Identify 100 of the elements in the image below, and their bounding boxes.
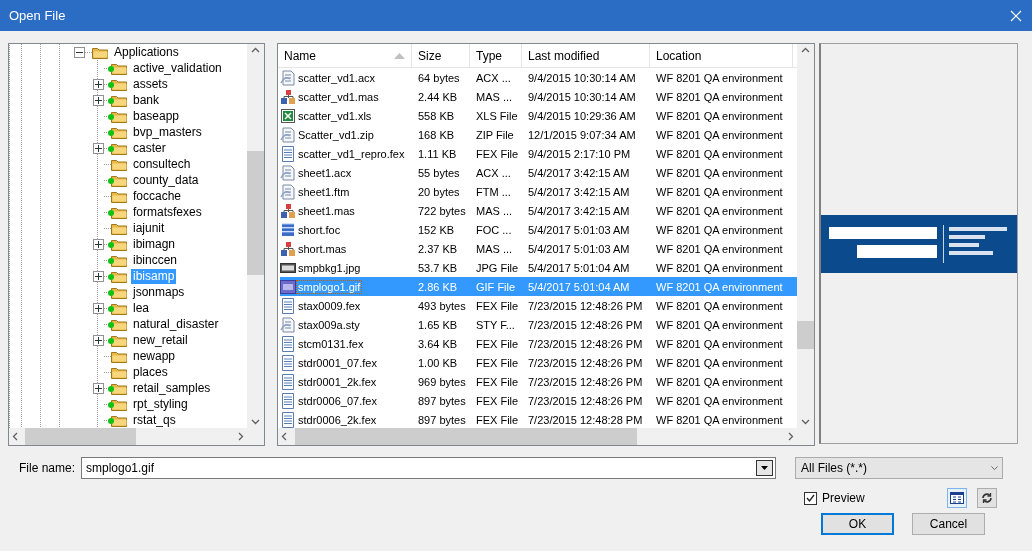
tree-item[interactable]: county_data	[131, 172, 201, 188]
file-row[interactable]: short.mas 2.37 KB MAS ... 5/4/2017 5:01:03 AM WF 8201 QA environment	[280, 239, 797, 258]
table-cell-text: 1.11 KB	[417, 147, 458, 160]
column-header[interactable]: Type	[470, 44, 522, 67]
table-cell-text: 2.44 KB	[417, 90, 459, 103]
file-row[interactable]: stdr0001_2k.fex 969 bytes FEX File 7/23/2015 12:48:26 PM WF 8201 QA environment	[280, 372, 797, 391]
expander-icon[interactable]	[93, 334, 104, 346]
table-cell-text: MAS ...	[475, 204, 514, 217]
folder-icon	[111, 221, 127, 235]
refresh-button[interactable]	[977, 488, 997, 508]
expander-icon[interactable]	[93, 142, 104, 154]
file-row[interactable]: short.foc 152 KB FOC ... 5/4/2017 5:01:03 AM WF 8201 QA environment	[280, 220, 797, 239]
refresh-icon	[980, 492, 994, 504]
tree-item[interactable]: iajunit	[131, 220, 167, 236]
tree-item[interactable]: caster	[131, 140, 168, 156]
table-cell-text: 722 bytes	[417, 204, 467, 217]
file-row[interactable]: stax009a.sty 1.65 KB STY F... 7/23/2015 12:48:26 PM WF 8201 QA environment	[280, 315, 797, 334]
table-cell-text: FEX File	[475, 394, 520, 407]
file-name: short.foc	[297, 223, 342, 236]
file-name: Scatter_vd1.zip	[297, 128, 375, 141]
tree-item[interactable]: ibimagn	[131, 236, 178, 252]
file-icon	[280, 164, 296, 181]
tree-item[interactable]: lea	[131, 300, 151, 316]
file-icon	[280, 240, 296, 257]
file-row[interactable]: Scatter_vd1.zip 168 KB ZIP File 12/1/2015 9:07:34 AM WF 8201 QA environment	[280, 125, 797, 144]
file-row[interactable]: scatter_vd1.xls 558 KB XLS File 9/4/2015 10:29:36 AM WF 8201 QA environment	[280, 106, 797, 125]
checkbox-label[interactable]: Preview	[822, 491, 865, 505]
window-title: Open File	[9, 8, 66, 23]
expander-icon[interactable]	[93, 270, 104, 282]
file-row[interactable]: scatter_vd1.acx 64 bytes ACX ... 9/4/2015 10:30:14 AM WF 8201 QA environment	[280, 68, 797, 87]
details-view-button[interactable]	[947, 488, 967, 508]
expander-icon[interactable]	[93, 302, 104, 314]
vertical-scrollbar[interactable]	[247, 44, 264, 428]
file-name: stax009a.sty	[297, 318, 361, 331]
preview-checkbox[interactable]	[804, 491, 817, 505]
table-cell-text: 493 bytes	[417, 299, 467, 312]
column-header[interactable]: Location	[650, 44, 793, 67]
tree-item[interactable]: natural_disaster	[131, 316, 221, 332]
column-header[interactable]: Name	[278, 44, 412, 67]
tree-item[interactable]: Applications	[112, 44, 181, 60]
file-name: stdr0001_07.fex	[297, 356, 378, 369]
column-header[interactable]: Last modified	[522, 44, 650, 67]
tree-item[interactable]: consultech	[131, 156, 193, 172]
column-header[interactable]: Size	[412, 44, 470, 67]
table-cell-text: 7/23/2015 12:48:26 PM	[527, 299, 644, 312]
file-icon	[280, 411, 296, 428]
table-cell-text: 5/4/2017 5:01:03 AM	[527, 223, 631, 236]
tree-item[interactable]: new_retail	[131, 332, 190, 348]
expander-icon[interactable]	[93, 78, 104, 90]
cancel-button[interactable]: Cancel	[912, 513, 985, 535]
dropdown-button[interactable]	[756, 460, 773, 476]
expander-icon[interactable]	[93, 238, 104, 250]
file-type-dropdown[interactable]: All Files (*.*)	[795, 457, 1003, 479]
tree-item[interactable]: assets	[131, 76, 170, 92]
file-row[interactable]: sheet1.ftm 20 bytes FTM ... 5/4/2017 3:42:15 AM WF 8201 QA environment	[280, 182, 797, 201]
tree-item[interactable]: bank	[131, 92, 162, 108]
tree-item[interactable]: jsonmaps	[131, 284, 187, 300]
expander-icon[interactable]	[93, 382, 104, 394]
tree-item[interactable]: bvp_masters	[131, 124, 204, 140]
file-row[interactable]: sheet1.acx 55 bytes ACX ... 5/4/2017 3:42:15 AM WF 8201 QA environment	[280, 163, 797, 182]
file-row[interactable]: stdr0006_07.fex 897 bytes FEX File 7/23/2015 12:48:26 PM WF 8201 QA environment	[280, 391, 797, 410]
vertical-scrollbar[interactable]	[797, 44, 814, 428]
folder-icon	[111, 125, 127, 139]
scroll-thumb[interactable]	[295, 428, 637, 445]
table-cell-text: 3.64 KB	[417, 337, 459, 350]
folder-icon	[111, 269, 127, 283]
tree-item[interactable]: baseapp	[131, 108, 182, 124]
file-row[interactable]: stcm0131.fex 3.64 KB FEX File 7/23/2015 12:48:26 PM WF 8201 QA environment	[280, 334, 797, 353]
table-cell-text: WF 8201 QA environment	[655, 147, 784, 160]
expander-icon[interactable]	[93, 94, 104, 106]
file-row[interactable]: sheet1.mas 722 bytes MAS ... 5/4/2017 3:42:15 AM WF 8201 QA environment	[280, 201, 797, 220]
file-row[interactable]: stdr0001_07.fex 1.00 KB FEX File 7/23/2015 12:48:26 PM WF 8201 QA environment	[280, 353, 797, 372]
tree-item[interactable]: rstat_qs	[131, 412, 178, 428]
close-icon[interactable]	[1010, 9, 1022, 22]
file-icon	[280, 278, 296, 295]
tree-item[interactable]: formatsfexes	[131, 204, 204, 220]
file-row[interactable]: scatter_vd1.mas 2.44 KB MAS ... 9/4/2015 10:30:14 AM WF 8201 QA environment	[280, 87, 797, 106]
file-row[interactable]: stdr0006_2k.fex 897 bytes FEX File 7/23/2015 12:48:28 PM WF 8201 QA environment	[280, 410, 797, 428]
tree-item[interactable]: rpt_styling	[131, 396, 190, 412]
scroll-thumb[interactable]	[797, 321, 814, 349]
folder-icon	[111, 333, 127, 347]
file-row[interactable]: stax0009.fex 493 bytes FEX File 7/23/2015 12:48:26 PM WF 8201 QA environment	[280, 296, 797, 315]
scroll-thumb[interactable]	[247, 151, 264, 275]
horizontal-scrollbar[interactable]	[9, 428, 247, 445]
tree-item[interactable]: newapp	[131, 348, 178, 364]
folder-icon	[111, 253, 127, 267]
horizontal-scrollbar[interactable]	[278, 428, 797, 445]
file-icon	[280, 145, 296, 162]
tree-item[interactable]: places	[131, 364, 170, 380]
tree-item[interactable]: retail_samples	[131, 380, 213, 396]
file-row[interactable]: smpbkg1.jpg 53.7 KB JPG File 5/4/2017 5:01:04 AM WF 8201 QA environment	[280, 258, 797, 277]
file-name: sheet1.acx	[297, 166, 353, 179]
scroll-thumb[interactable]	[25, 428, 136, 445]
expander-icon[interactable]	[74, 46, 85, 58]
file-icon	[280, 126, 296, 143]
tree-item[interactable]: foccache	[131, 188, 184, 204]
tree-item[interactable]: active_validation	[131, 60, 224, 76]
ok-button[interactable]: OK	[821, 513, 894, 535]
tree-item[interactable]: ibinccen	[131, 252, 180, 268]
file-row[interactable]: scatter_vd1_repro.fex 1.11 KB FEX File 9/4/2015 2:17:10 PM WF 8201 QA environment	[280, 144, 797, 163]
